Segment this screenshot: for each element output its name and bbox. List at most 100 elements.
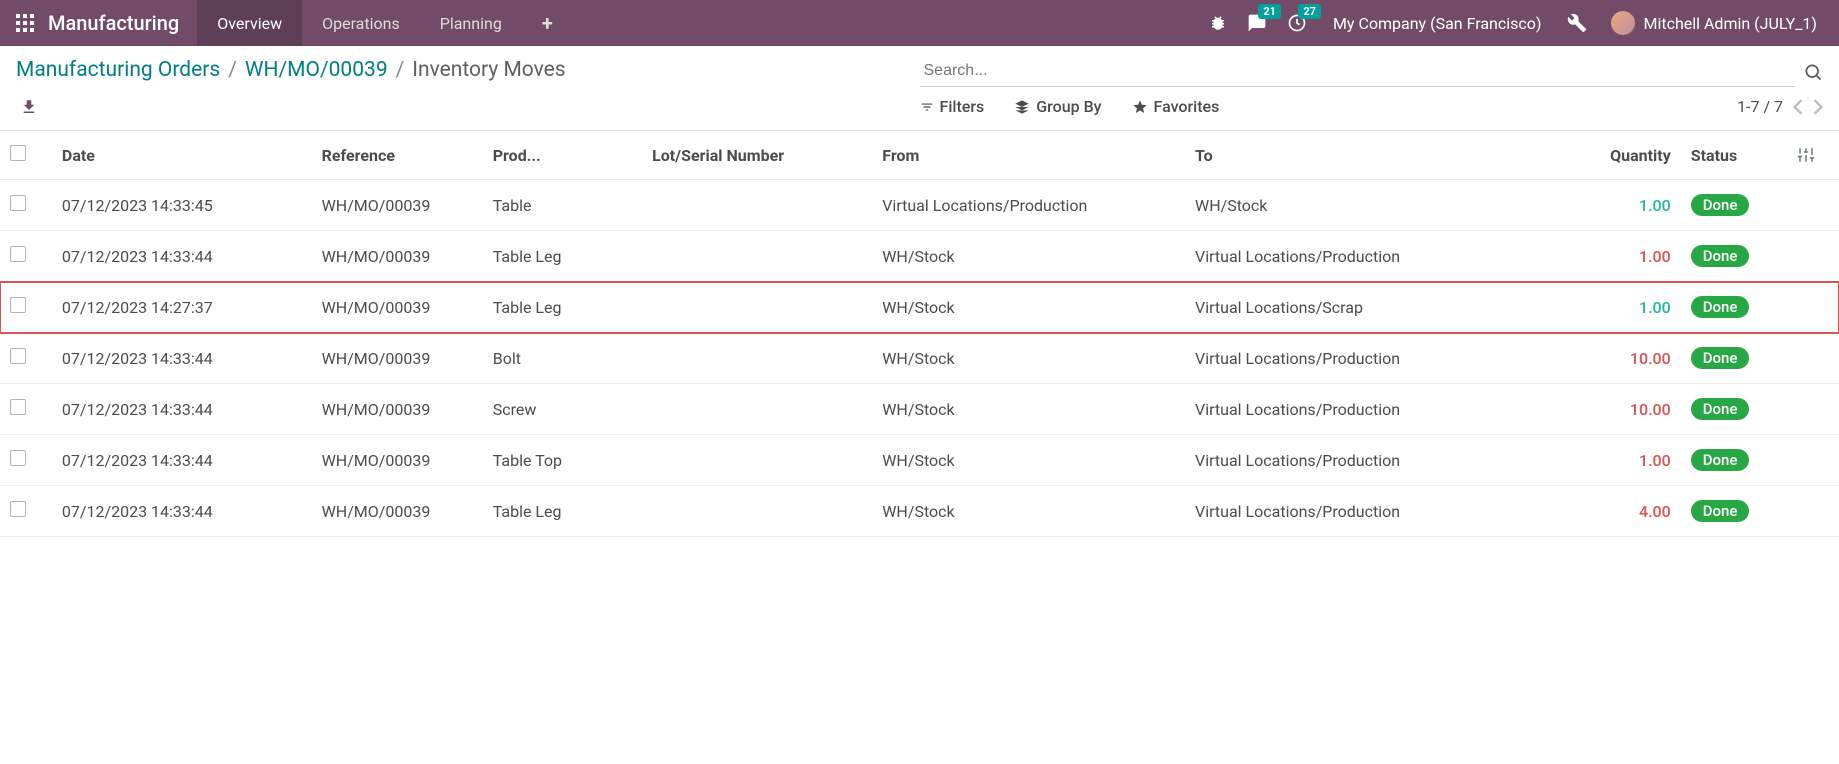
top-navbar: Manufacturing Overview Operations Planni… xyxy=(0,0,1839,46)
col-header-quantity[interactable]: Quantity xyxy=(1551,131,1681,180)
cell-date: 07/12/2023 14:33:44 xyxy=(52,231,312,282)
company-switcher[interactable]: My Company (San Francisco) xyxy=(1317,14,1558,33)
status-badge: Done xyxy=(1691,449,1750,471)
pager-text: 1-7 / 7 xyxy=(1737,97,1783,116)
user-menu[interactable]: Mitchell Admin (JULY_1) xyxy=(1597,11,1831,35)
col-header-date[interactable]: Date xyxy=(52,131,312,180)
breadcrumb-root[interactable]: Manufacturing Orders xyxy=(16,58,220,82)
cell-to: Virtual Locations/Production xyxy=(1185,231,1551,282)
app-title[interactable]: Manufacturing xyxy=(42,11,197,35)
cell-status: Done xyxy=(1681,180,1787,231)
col-header-to[interactable]: To xyxy=(1185,131,1551,180)
table-row[interactable]: 07/12/2023 14:33:44WH/MO/00039ScrewWH/St… xyxy=(0,384,1839,435)
cell-date: 07/12/2023 14:33:44 xyxy=(52,384,312,435)
col-header-status[interactable]: Status xyxy=(1681,131,1787,180)
row-checkbox[interactable] xyxy=(10,195,26,211)
table-row[interactable]: 07/12/2023 14:33:44WH/MO/00039Table TopW… xyxy=(0,435,1839,486)
cell-quantity: 4.00 xyxy=(1551,486,1681,537)
cell-date: 07/12/2023 14:33:45 xyxy=(52,180,312,231)
row-checkbox[interactable] xyxy=(10,246,26,262)
cell-quantity: 1.00 xyxy=(1551,435,1681,486)
cell-reference: WH/MO/00039 xyxy=(312,384,483,435)
search-input[interactable] xyxy=(920,56,1796,87)
search-icon[interactable] xyxy=(1795,62,1823,82)
table-row[interactable]: 07/12/2023 14:33:45WH/MO/00039TableVirtu… xyxy=(0,180,1839,231)
pager-prev[interactable] xyxy=(1793,99,1803,115)
activities-badge: 27 xyxy=(1298,4,1321,19)
apps-menu-icon[interactable] xyxy=(8,6,42,40)
cell-lot xyxy=(642,333,872,384)
debug-icon[interactable] xyxy=(1199,0,1237,46)
optional-columns-icon[interactable] xyxy=(1797,146,1829,164)
cell-from: WH/Stock xyxy=(872,435,1185,486)
cell-from: WH/Stock xyxy=(872,486,1185,537)
favorites-button[interactable]: Favorites xyxy=(1132,97,1220,116)
settings-icon[interactable] xyxy=(1557,0,1597,46)
cell-status: Done xyxy=(1681,282,1787,333)
cell-status: Done xyxy=(1681,486,1787,537)
activities-icon[interactable]: 27 xyxy=(1277,0,1317,46)
inventory-moves-table: Date Reference Prod... Lot/Serial Number… xyxy=(0,130,1839,537)
table-row[interactable]: 07/12/2023 14:33:44WH/MO/00039Table LegW… xyxy=(0,486,1839,537)
cell-to: Virtual Locations/Production xyxy=(1185,486,1551,537)
cell-reference: WH/MO/00039 xyxy=(312,180,483,231)
nav-new[interactable]: + xyxy=(522,0,573,46)
cell-product: Bolt xyxy=(483,333,642,384)
cell-lot xyxy=(642,486,872,537)
row-checkbox[interactable] xyxy=(10,348,26,364)
cell-lot xyxy=(642,435,872,486)
pager-next[interactable] xyxy=(1813,99,1823,115)
cell-date: 07/12/2023 14:27:37 xyxy=(52,282,312,333)
row-checkbox[interactable] xyxy=(10,450,26,466)
nav-overview[interactable]: Overview xyxy=(197,0,302,46)
cell-product: Table xyxy=(483,180,642,231)
cell-from: WH/Stock xyxy=(872,333,1185,384)
control-panel: Manufacturing Orders / WH/MO/00039 / Inv… xyxy=(0,46,1839,120)
col-header-from[interactable]: From xyxy=(872,131,1185,180)
cell-to: Virtual Locations/Production xyxy=(1185,333,1551,384)
nav-operations[interactable]: Operations xyxy=(302,0,420,46)
cell-status: Done xyxy=(1681,384,1787,435)
table-row[interactable]: 07/12/2023 14:33:44WH/MO/00039Table LegW… xyxy=(0,231,1839,282)
cell-date: 07/12/2023 14:33:44 xyxy=(52,333,312,384)
cell-quantity: 10.00 xyxy=(1551,384,1681,435)
breadcrumb-parent[interactable]: WH/MO/00039 xyxy=(245,58,388,82)
col-header-product[interactable]: Prod... xyxy=(483,131,642,180)
cell-reference: WH/MO/00039 xyxy=(312,333,483,384)
cell-quantity: 1.00 xyxy=(1551,231,1681,282)
nav-planning[interactable]: Planning xyxy=(420,0,522,46)
cell-to: Virtual Locations/Production xyxy=(1185,384,1551,435)
cell-quantity: 10.00 xyxy=(1551,333,1681,384)
col-header-lot[interactable]: Lot/Serial Number xyxy=(642,131,872,180)
cell-status: Done xyxy=(1681,231,1787,282)
breadcrumb-current: Inventory Moves xyxy=(412,58,565,82)
cell-product: Table Leg xyxy=(483,486,642,537)
cell-lot xyxy=(642,231,872,282)
cell-status: Done xyxy=(1681,435,1787,486)
cell-from: WH/Stock xyxy=(872,231,1185,282)
messages-icon[interactable]: 21 xyxy=(1237,0,1277,46)
status-badge: Done xyxy=(1691,500,1750,522)
favorites-label: Favorites xyxy=(1154,97,1220,116)
select-all-checkbox[interactable] xyxy=(10,145,26,161)
cell-product: Table Top xyxy=(483,435,642,486)
cell-product: Table Leg xyxy=(483,282,642,333)
row-checkbox[interactable] xyxy=(10,399,26,415)
export-icon[interactable] xyxy=(16,98,42,116)
cell-reference: WH/MO/00039 xyxy=(312,435,483,486)
col-header-reference[interactable]: Reference xyxy=(312,131,483,180)
table-row[interactable]: 07/12/2023 14:27:37WH/MO/00039Table LegW… xyxy=(0,282,1839,333)
table-row[interactable]: 07/12/2023 14:33:44WH/MO/00039Bolt WH/Sto… xyxy=(0,333,1839,384)
status-badge: Done xyxy=(1691,296,1750,318)
cell-to: Virtual Locations/Production xyxy=(1185,435,1551,486)
filters-button[interactable]: Filters xyxy=(920,97,985,116)
status-badge: Done xyxy=(1691,398,1750,420)
row-checkbox[interactable] xyxy=(10,501,26,517)
row-checkbox[interactable] xyxy=(10,297,26,313)
cell-from: WH/Stock xyxy=(872,282,1185,333)
groupby-button[interactable]: Group By xyxy=(1014,97,1101,116)
cell-to: WH/Stock xyxy=(1185,180,1551,231)
cell-quantity: 1.00 xyxy=(1551,282,1681,333)
avatar xyxy=(1611,11,1635,35)
cell-reference: WH/MO/00039 xyxy=(312,231,483,282)
